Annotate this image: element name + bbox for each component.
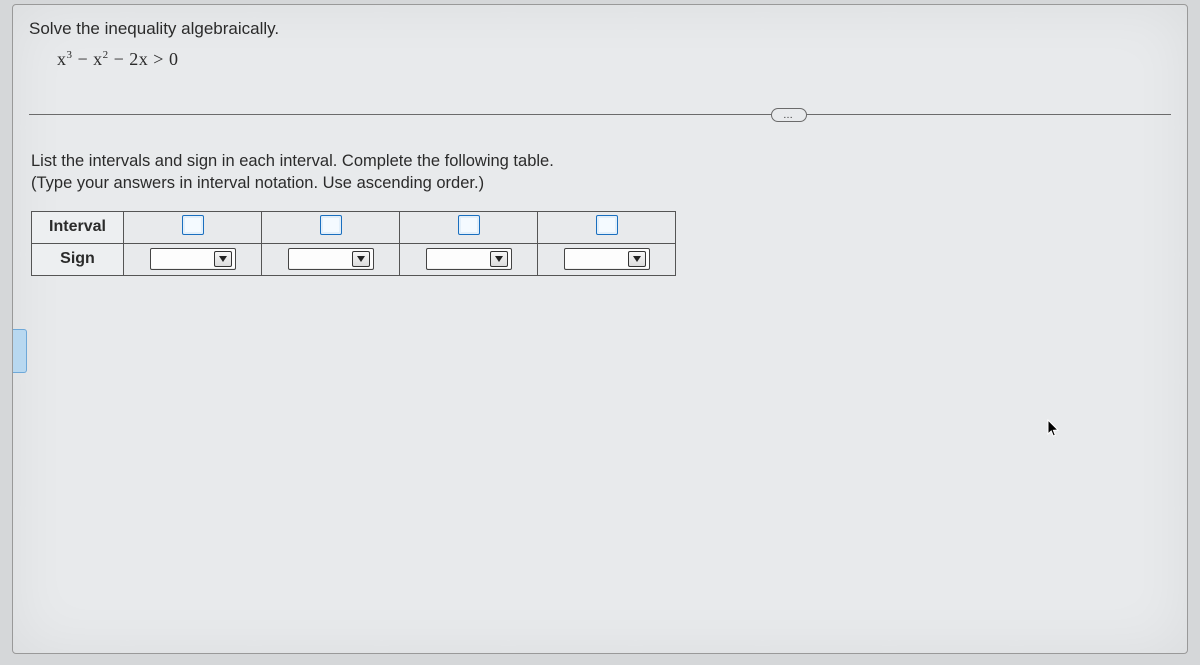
interval-input-3[interactable] xyxy=(458,215,480,235)
question-card: Solve the inequality algebraically. x3 −… xyxy=(12,4,1188,654)
sign-cell-4 xyxy=(538,243,676,275)
more-button[interactable]: … xyxy=(771,108,807,122)
chevron-down-icon xyxy=(490,251,508,267)
interval-input-1[interactable] xyxy=(182,215,204,235)
sign-select-4[interactable] xyxy=(564,248,650,270)
sign-select-2[interactable] xyxy=(288,248,374,270)
instructions: List the intervals and sign in each inte… xyxy=(31,150,1171,195)
instructions-line-1: List the intervals and sign in each inte… xyxy=(31,152,554,170)
sign-cell-2 xyxy=(262,243,400,275)
interval-input-4[interactable] xyxy=(596,215,618,235)
chevron-down-icon xyxy=(352,251,370,267)
interval-cell-3 xyxy=(400,211,538,243)
expression: x3 − x2 − 2x > 0 xyxy=(29,49,1171,70)
row-sign: Sign xyxy=(32,243,676,275)
row-label-interval: Interval xyxy=(32,211,124,243)
sign-select-1[interactable] xyxy=(150,248,236,270)
interval-cell-2 xyxy=(262,211,400,243)
sign-select-3[interactable] xyxy=(426,248,512,270)
section-divider: … xyxy=(25,108,1175,122)
content-area: Solve the inequality algebraically. x3 −… xyxy=(13,5,1187,276)
interval-cell-1 xyxy=(124,211,262,243)
left-handle[interactable] xyxy=(13,329,27,373)
chevron-down-icon xyxy=(214,251,232,267)
instructions-line-2: (Type your answers in interval notation.… xyxy=(31,172,1171,194)
answer-table: Interval Sign xyxy=(31,211,676,276)
prompt-text: Solve the inequality algebraically. xyxy=(29,19,1171,39)
divider-line xyxy=(29,114,1171,115)
interval-input-2[interactable] xyxy=(320,215,342,235)
row-interval: Interval xyxy=(32,211,676,243)
interval-cell-4 xyxy=(538,211,676,243)
row-label-sign: Sign xyxy=(32,243,124,275)
ellipsis-icon: … xyxy=(783,110,795,121)
chevron-down-icon xyxy=(628,251,646,267)
sign-cell-3 xyxy=(400,243,538,275)
sign-cell-1 xyxy=(124,243,262,275)
cursor-icon xyxy=(1047,419,1061,439)
